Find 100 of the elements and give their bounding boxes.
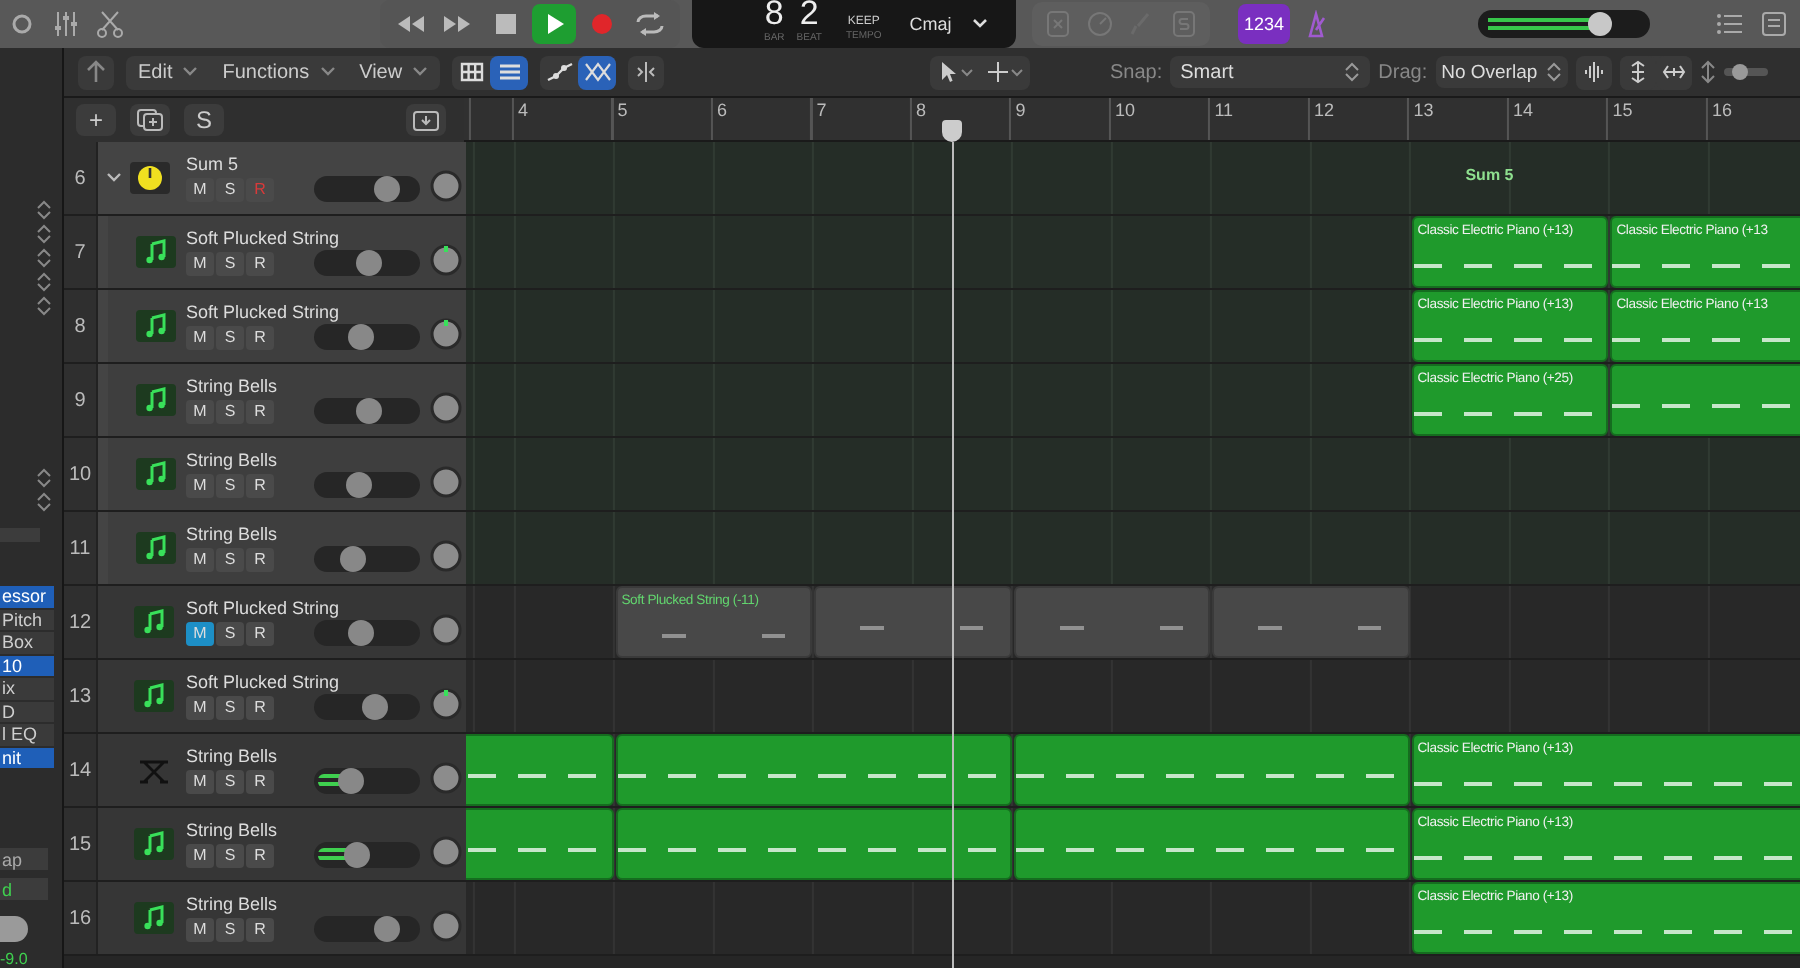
- menu-button[interactable]: Functions: [210, 55, 348, 89]
- slider-thumb[interactable]: [346, 472, 373, 498]
- list-icon[interactable]: [1716, 10, 1744, 38]
- slider-thumb[interactable]: [340, 546, 367, 572]
- solo-button[interactable]: S: [216, 695, 244, 719]
- plugin-slot[interactable]: 10: [0, 655, 54, 677]
- pan-knob[interactable]: [428, 908, 464, 944]
- solo-button[interactable]: S: [216, 917, 244, 941]
- plugin-slot[interactable]: l EQ: [0, 724, 54, 746]
- pan-knob[interactable]: [428, 390, 464, 426]
- back-button[interactable]: [78, 55, 114, 89]
- track-name[interactable]: String Bells: [186, 820, 278, 840]
- track-name[interactable]: String Bells: [186, 746, 278, 766]
- track-header[interactable]: String Bells M S R: [98, 438, 466, 510]
- record-enable-button[interactable]: R: [246, 843, 274, 867]
- volume-slider[interactable]: [314, 842, 420, 868]
- pan-knob[interactable]: [428, 242, 464, 278]
- solo-button[interactable]: S: [216, 843, 244, 867]
- music-note-icon[interactable]: [136, 310, 176, 342]
- solo-button[interactable]: S: [216, 177, 244, 201]
- track-name[interactable]: Soft Plucked String: [186, 302, 340, 322]
- record-enable-button[interactable]: R: [246, 251, 274, 275]
- plugin-slot[interactable]: D: [0, 701, 54, 723]
- pan-knob[interactable]: [428, 686, 464, 722]
- pan-knob[interactable]: [428, 538, 464, 574]
- slider-thumb[interactable]: [347, 620, 374, 646]
- add-track-button[interactable]: +: [76, 104, 116, 136]
- chevron-down-icon[interactable]: [971, 18, 988, 30]
- snap-dropdown[interactable]: Smart: [1170, 56, 1371, 88]
- solo-button[interactable]: S: [216, 399, 244, 423]
- pan-knob[interactable]: [428, 316, 464, 352]
- music-note-icon[interactable]: [134, 828, 174, 860]
- track-header[interactable]: String Bells M S R: [98, 882, 466, 954]
- timeline-ruler[interactable]: 4 5 6 7 8 9 10 11 12 13 14 15 16: [464, 98, 1800, 142]
- pan-knob[interactable]: [428, 168, 464, 204]
- list-view-button[interactable]: [490, 55, 529, 89]
- inspector-button[interactable]: ap: [0, 848, 48, 871]
- slider-thumb[interactable]: [361, 694, 388, 720]
- solo-button[interactable]: S: [216, 547, 244, 571]
- volume-slider[interactable]: [314, 546, 420, 572]
- music-note-icon[interactable]: [136, 532, 176, 564]
- stepper-icon[interactable]: [36, 492, 52, 512]
- pan-knob[interactable]: [428, 464, 464, 500]
- track-header[interactable]: String Bells M S R: [98, 512, 466, 584]
- waveform-zoom-button[interactable]: [1575, 55, 1612, 89]
- play-button[interactable]: [532, 4, 576, 44]
- solo-button[interactable]: S: [216, 621, 244, 645]
- summing-knob-icon[interactable]: [130, 162, 170, 194]
- plugin-slot[interactable]: nit: [0, 747, 54, 769]
- volume-slider[interactable]: [314, 768, 420, 794]
- inspector-button[interactable]: d: [0, 878, 48, 901]
- track-header[interactable]: Soft Plucked String M S R: [98, 586, 466, 658]
- volume-slider[interactable]: [314, 916, 420, 942]
- slider-thumb[interactable]: [347, 324, 374, 350]
- record-enable-button[interactable]: R: [246, 695, 274, 719]
- track-header[interactable]: Sum 5 M S R: [98, 142, 466, 214]
- record-enable-button[interactable]: R: [246, 621, 274, 645]
- track-header[interactable]: Soft Plucked String M S R: [98, 290, 466, 362]
- slider-thumb[interactable]: [344, 842, 371, 868]
- catch-button[interactable]: [406, 104, 446, 136]
- track-name[interactable]: Sum 5: [186, 154, 239, 174]
- plugin-slot[interactable]: essor: [0, 586, 54, 608]
- count-in-button[interactable]: 1234: [1238, 4, 1291, 44]
- stepper-icon[interactable]: [36, 296, 52, 316]
- master-volume-slider[interactable]: [1478, 10, 1651, 38]
- track-name[interactable]: Soft Plucked String: [186, 672, 340, 692]
- solo-button[interactable]: S: [216, 251, 244, 275]
- drag-dropdown[interactable]: No Overlap: [1435, 56, 1568, 88]
- pan-knob[interactable]: [0, 916, 28, 942]
- mute-button[interactable]: M: [186, 399, 214, 423]
- music-note-icon[interactable]: [136, 384, 176, 416]
- mute-button[interactable]: M: [186, 547, 214, 571]
- mute-button[interactable]: M: [186, 473, 214, 497]
- mute-button[interactable]: M: [186, 917, 214, 941]
- stepper-icon[interactable]: [36, 200, 52, 220]
- track-name[interactable]: Soft Plucked String: [186, 228, 340, 248]
- pan-knob[interactable]: [428, 612, 464, 648]
- solo-button[interactable]: S: [216, 473, 244, 497]
- menu-button[interactable]: Edit: [126, 55, 211, 89]
- solo-button[interactable]: S: [216, 769, 244, 793]
- notepad-icon[interactable]: [1760, 10, 1788, 38]
- volume-slider[interactable]: [314, 472, 420, 498]
- music-note-icon[interactable]: [134, 902, 174, 934]
- plugin-slot[interactable]: Box: [0, 632, 54, 654]
- menu-button[interactable]: View: [347, 55, 441, 89]
- record-enable-button[interactable]: R: [246, 917, 274, 941]
- playhead-line[interactable]: [951, 142, 954, 968]
- slider-thumb[interactable]: [374, 176, 401, 202]
- track-name[interactable]: String Bells: [186, 894, 278, 914]
- music-note-icon[interactable]: [136, 236, 176, 268]
- track-name[interactable]: Soft Plucked String: [186, 598, 340, 618]
- record-enable-button[interactable]: R: [246, 547, 274, 571]
- slider-thumb[interactable]: [1588, 12, 1613, 36]
- split-button[interactable]: [628, 55, 665, 89]
- volume-slider[interactable]: [314, 694, 420, 720]
- record-enable-button[interactable]: R: [246, 473, 274, 497]
- plugin-slot[interactable]: Pitch: [0, 609, 54, 631]
- stepper-icon[interactable]: [36, 468, 52, 488]
- solo-button[interactable]: S: [184, 104, 224, 136]
- volume-slider[interactable]: [314, 620, 420, 646]
